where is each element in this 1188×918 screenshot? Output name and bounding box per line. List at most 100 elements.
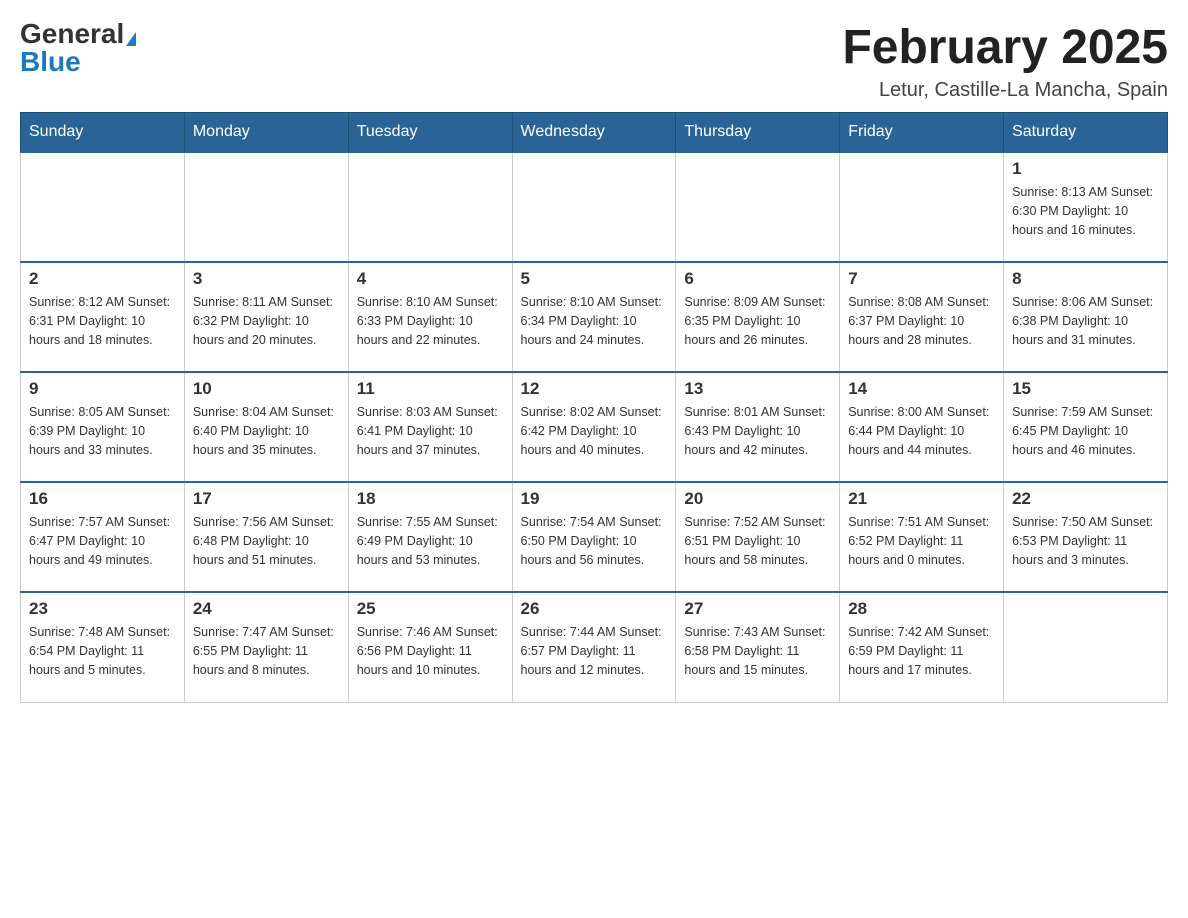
calendar-cell: 25Sunrise: 7:46 AM Sunset: 6:56 PM Dayli… (348, 592, 512, 702)
day-number: 26 (521, 599, 668, 619)
day-info: Sunrise: 8:05 AM Sunset: 6:39 PM Dayligh… (29, 403, 176, 459)
calendar-cell: 4 Sunrise: 8:10 AM Sunset: 6:33 PM Daylig… (348, 262, 512, 372)
day-number: 14 (848, 379, 995, 399)
day-info: Sunrise: 7:42 AM Sunset: 6:59 PM Dayligh… (848, 623, 995, 679)
day-number: 2 (29, 269, 176, 289)
calendar-cell: 3 Sunrise: 8:11 AM Sunset: 6:32 PM Daylig… (184, 262, 348, 372)
day-info: Sunrise: 7:51 AM Sunset: 6:52 PM Dayligh… (848, 513, 995, 569)
location: Letur, Castille-La Mancha, Spain (842, 79, 1168, 102)
calendar-header-thursday: Thursday (676, 113, 840, 153)
week-row-1: 1Sunrise: 8:13 AM Sunset: 6:30 PM Daylig… (21, 152, 1168, 262)
calendar-cell: 19 Sunrise: 7:54 AM Sunset: 6:50 PM Dayli… (512, 482, 676, 592)
day-number: 18 (357, 489, 504, 509)
title-block: February 2025 Letur, Castille-La Mancha,… (842, 20, 1168, 102)
calendar-cell: 12 Sunrise: 8:02 AM Sunset: 6:42 PM Dayli… (512, 372, 676, 482)
logo-top: General (20, 20, 136, 48)
calendar-cell: 17 Sunrise: 7:56 AM Sunset: 6:48 PM Dayli… (184, 482, 348, 592)
day-info: Sunrise: 7:44 AM Sunset: 6:57 PM Dayligh… (521, 623, 668, 679)
day-number: 3 (193, 269, 340, 289)
day-number: 8 (1012, 269, 1159, 289)
calendar-cell: 5 Sunrise: 8:10 AM Sunset: 6:34 PM Daylig… (512, 262, 676, 372)
calendar-cell: 10 Sunrise: 8:04 AM Sunset: 6:40 PM Dayli… (184, 372, 348, 482)
day-number: 20 (684, 489, 831, 509)
day-number: 13 (684, 379, 831, 399)
day-info: Sunrise: 7:50 AM Sunset: 6:53 PM Dayligh… (1012, 513, 1159, 569)
day-info: Sunrise: 7:54 AM Sunset: 6:50 PM Dayligh… (521, 513, 668, 569)
day-info: Sunrise: 7:48 AM Sunset: 6:54 PM Dayligh… (29, 623, 176, 679)
week-row-3: 9Sunrise: 8:05 AM Sunset: 6:39 PM Daylig… (21, 372, 1168, 482)
calendar-cell: 27 Sunrise: 7:43 AM Sunset: 6:58 PM Dayli… (676, 592, 840, 702)
day-info: Sunrise: 8:08 AM Sunset: 6:37 PM Dayligh… (848, 293, 995, 349)
day-number: 17 (193, 489, 340, 509)
calendar-cell: 11 Sunrise: 8:03 AM Sunset: 6:41 PM Dayli… (348, 372, 512, 482)
calendar-header-saturday: Saturday (1004, 113, 1168, 153)
day-info: Sunrise: 8:12 AM Sunset: 6:31 PM Dayligh… (29, 293, 176, 349)
calendar-cell: 18 Sunrise: 7:55 AM Sunset: 6:49 PM Dayli… (348, 482, 512, 592)
day-info: Sunrise: 8:00 AM Sunset: 6:44 PM Dayligh… (848, 403, 995, 459)
calendar-cell: 9Sunrise: 8:05 AM Sunset: 6:39 PM Daylig… (21, 372, 185, 482)
logo-triangle-icon (126, 32, 136, 46)
day-number: 28 (848, 599, 995, 619)
calendar-cell: 21 Sunrise: 7:51 AM Sunset: 6:52 PM Dayli… (840, 482, 1004, 592)
calendar-header-wednesday: Wednesday (512, 113, 676, 153)
calendar-cell: 24 Sunrise: 7:47 AM Sunset: 6:55 PM Dayli… (184, 592, 348, 702)
calendar-header-tuesday: Tuesday (348, 113, 512, 153)
day-number: 10 (193, 379, 340, 399)
day-info: Sunrise: 7:47 AM Sunset: 6:55 PM Dayligh… (193, 623, 340, 679)
calendar-cell: 6 Sunrise: 8:09 AM Sunset: 6:35 PM Daylig… (676, 262, 840, 372)
day-number: 22 (1012, 489, 1159, 509)
day-info: Sunrise: 8:02 AM Sunset: 6:42 PM Dayligh… (521, 403, 668, 459)
calendar-cell (512, 152, 676, 262)
day-info: Sunrise: 7:55 AM Sunset: 6:49 PM Dayligh… (357, 513, 504, 569)
day-number: 1 (1012, 159, 1159, 179)
day-number: 24 (193, 599, 340, 619)
calendar-header-sunday: Sunday (21, 113, 185, 153)
calendar-cell: 28 Sunrise: 7:42 AM Sunset: 6:59 PM Dayli… (840, 592, 1004, 702)
calendar-cell: 20Sunrise: 7:52 AM Sunset: 6:51 PM Dayli… (676, 482, 840, 592)
day-info: Sunrise: 7:43 AM Sunset: 6:58 PM Dayligh… (684, 623, 831, 679)
day-info: Sunrise: 8:10 AM Sunset: 6:33 PM Dayligh… (357, 293, 504, 349)
calendar-cell (348, 152, 512, 262)
logo: General Blue (20, 20, 136, 76)
calendar-table: SundayMondayTuesdayWednesdayThursdayFrid… (20, 112, 1168, 703)
calendar-cell: 22 Sunrise: 7:50 AM Sunset: 6:53 PM Dayli… (1004, 482, 1168, 592)
day-info: Sunrise: 7:56 AM Sunset: 6:48 PM Dayligh… (193, 513, 340, 569)
calendar-cell: 15 Sunrise: 7:59 AM Sunset: 6:45 PM Dayli… (1004, 372, 1168, 482)
week-row-4: 16Sunrise: 7:57 AM Sunset: 6:47 PM Dayli… (21, 482, 1168, 592)
day-info: Sunrise: 8:04 AM Sunset: 6:40 PM Dayligh… (193, 403, 340, 459)
calendar-cell (184, 152, 348, 262)
day-number: 15 (1012, 379, 1159, 399)
day-info: Sunrise: 7:46 AM Sunset: 6:56 PM Dayligh… (357, 623, 504, 679)
day-info: Sunrise: 8:01 AM Sunset: 6:43 PM Dayligh… (684, 403, 831, 459)
day-number: 23 (29, 599, 176, 619)
day-number: 4 (357, 269, 504, 289)
calendar-cell (21, 152, 185, 262)
day-info: Sunrise: 8:10 AM Sunset: 6:34 PM Dayligh… (521, 293, 668, 349)
calendar-cell: 23 Sunrise: 7:48 AM Sunset: 6:54 PM Dayli… (21, 592, 185, 702)
calendar-header-row: SundayMondayTuesdayWednesdayThursdayFrid… (21, 113, 1168, 153)
day-info: Sunrise: 8:03 AM Sunset: 6:41 PM Dayligh… (357, 403, 504, 459)
day-info: Sunrise: 8:09 AM Sunset: 6:35 PM Dayligh… (684, 293, 831, 349)
day-number: 12 (521, 379, 668, 399)
month-title: February 2025 (842, 20, 1168, 75)
day-info: Sunrise: 7:59 AM Sunset: 6:45 PM Dayligh… (1012, 403, 1159, 459)
day-number: 7 (848, 269, 995, 289)
week-row-5: 23 Sunrise: 7:48 AM Sunset: 6:54 PM Dayli… (21, 592, 1168, 702)
calendar-cell: 1Sunrise: 8:13 AM Sunset: 6:30 PM Daylig… (1004, 152, 1168, 262)
day-number: 6 (684, 269, 831, 289)
logo-blue-text: Blue (20, 48, 81, 76)
calendar-cell: 8Sunrise: 8:06 AM Sunset: 6:38 PM Daylig… (1004, 262, 1168, 372)
day-number: 11 (357, 379, 504, 399)
day-info: Sunrise: 8:11 AM Sunset: 6:32 PM Dayligh… (193, 293, 340, 349)
day-number: 5 (521, 269, 668, 289)
calendar-cell: 26 Sunrise: 7:44 AM Sunset: 6:57 PM Dayli… (512, 592, 676, 702)
day-number: 27 (684, 599, 831, 619)
calendar-cell: 7 Sunrise: 8:08 AM Sunset: 6:37 PM Daylig… (840, 262, 1004, 372)
calendar-header-monday: Monday (184, 113, 348, 153)
day-number: 19 (521, 489, 668, 509)
calendar-cell (1004, 592, 1168, 702)
page-header: General Blue February 2025 Letur, Castil… (20, 20, 1168, 102)
calendar-cell (676, 152, 840, 262)
day-number: 21 (848, 489, 995, 509)
calendar-cell: 2 Sunrise: 8:12 AM Sunset: 6:31 PM Daylig… (21, 262, 185, 372)
